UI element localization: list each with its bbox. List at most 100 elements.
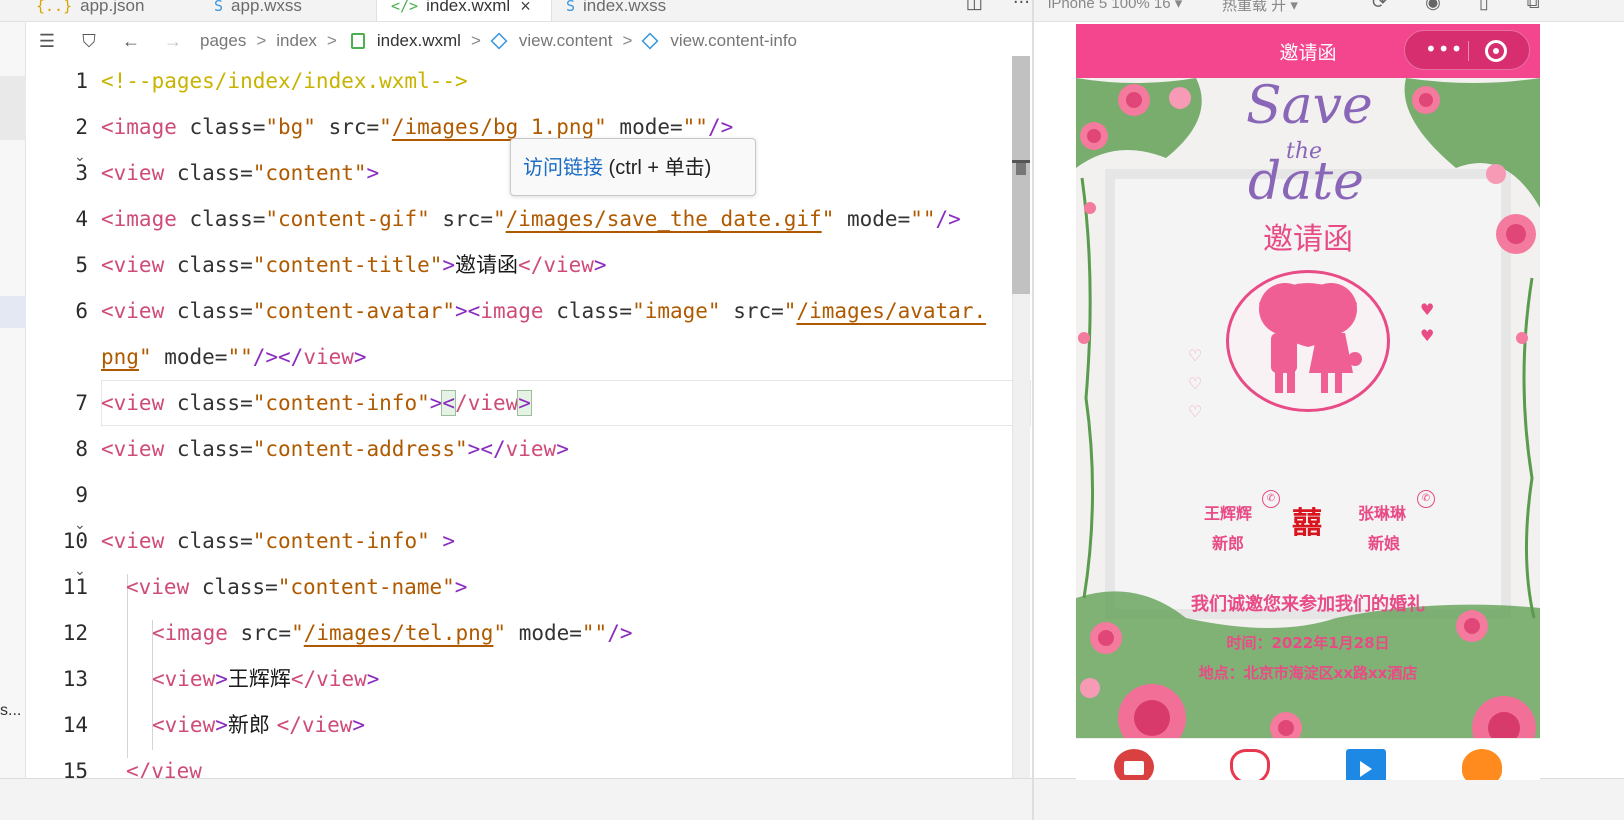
back-arrow-icon[interactable]: ← (110, 31, 152, 52)
close-icon[interactable]: × (520, 0, 531, 17)
code-token: " (291, 621, 304, 645)
code-line[interactable]: 11 ⌄ <view class="content-name"> (26, 563, 1034, 610)
line-number: 4 (75, 207, 88, 231)
code-token: </view (290, 667, 367, 691)
bride-phone-icon[interactable]: ✆ (1417, 490, 1435, 508)
tab-app-json[interactable]: {..} app.json (36, 0, 204, 21)
code-token: "content-info" (252, 391, 430, 415)
code-line[interactable]: 8 <view class="content-address"></view> (26, 426, 1034, 472)
code-line[interactable]: 12 <image src="/images/tel.png" mode=""/… (26, 610, 1034, 656)
code-token: "" (581, 621, 608, 645)
fold-chevron-icon[interactable]: ⌄ (74, 510, 86, 540)
tab-index-wxml[interactable]: </> index.wxml × (376, 0, 552, 21)
code-link[interactable]: /images/tel.png (304, 621, 494, 645)
heart-outline-icon: ♡ (1188, 402, 1203, 421)
phone-screen[interactable]: 邀请函 ••• Save the date 邀请函 ♥ ♥ ♡ ♡ ♡ 王辉辉 … (1076, 24, 1540, 780)
tab-video-clapper-icon[interactable] (1346, 749, 1386, 780)
code-line[interactable]: 5 <view class="content-title">邀请函</view> (26, 242, 1034, 288)
line-number: 7 (75, 391, 88, 415)
breadcrumb-separator: > (326, 31, 337, 50)
fold-chevron-icon[interactable]: ⌄ (74, 142, 86, 172)
code-token: > (442, 253, 456, 277)
menu-capsule[interactable]: ••• (1404, 30, 1530, 70)
code-token: " (493, 621, 507, 645)
split-editor-icon[interactable]: ◫ (966, 0, 983, 13)
explorer-row[interactable] (0, 76, 26, 108)
wedding-address: 地点：北京市海淀区xx路xx酒店 (1198, 664, 1418, 682)
code-token: "content-address" (252, 437, 468, 461)
code-text: <view class="content-title">邀请函</view> (101, 242, 607, 288)
heart-outline-icon: ♡ (1188, 346, 1203, 365)
json-file-icon: {..} (36, 0, 73, 15)
code-token: /> (935, 207, 961, 231)
explorer-row[interactable] (0, 108, 26, 140)
rotate-icon[interactable]: ⟳ (1372, 0, 1387, 13)
code-line[interactable]: 6 <view class="content-avatar"><image cl… (26, 288, 1034, 334)
code-line-wrapped[interactable]: png" mode=""/></view> (26, 334, 1034, 380)
code-token: > (454, 575, 468, 599)
code-line[interactable]: 1 <!--pages/index/index.wxml--> (26, 58, 1034, 104)
list-icon[interactable]: ☰ (26, 31, 68, 52)
groom-phone-icon[interactable]: ✆ (1262, 490, 1280, 508)
phone-icon[interactable]: ▯ (1479, 0, 1489, 13)
code-token: > (429, 391, 443, 415)
breadcrumb-index[interactable]: index (276, 31, 317, 51)
explorer-row-selected[interactable] (0, 296, 26, 328)
forward-arrow-icon[interactable]: → (152, 31, 194, 52)
code-token: <image (152, 621, 228, 645)
code-link[interactable]: /images/bg_1.png (392, 115, 594, 139)
tab-guestbook-hearts-icon[interactable] (1462, 749, 1502, 780)
tab-app-wxss[interactable]: S app.wxss (214, 0, 374, 21)
detach-window-icon[interactable]: ⧉ (1527, 0, 1540, 13)
record-icon[interactable]: ◉ (1425, 0, 1441, 13)
line-number: 5 (75, 253, 88, 277)
code-line[interactable]: 9 (26, 472, 1034, 518)
tooltip-follow-link[interactable]: 访问链接 (523, 157, 603, 179)
fold-chevron-icon[interactable]: ⌄ (74, 556, 86, 586)
close-mini-program-icon[interactable] (1485, 40, 1507, 62)
breadcrumb-view-content-info[interactable]: view.content-info (670, 31, 797, 51)
code-link[interactable]: /images/avatar. (796, 299, 986, 323)
line-number: 8 (75, 437, 88, 461)
code-text: <view>新郎 </view> (152, 702, 365, 748)
more-icon[interactable]: ··· (1013, 0, 1030, 13)
code-link[interactable]: /images/save_the_date.gif (506, 207, 822, 231)
code-line[interactable]: 13 <view>王辉辉</view> (26, 656, 1034, 702)
code-line-current[interactable]: 7 <view class="content-info"></view> (26, 380, 1034, 426)
code-line[interactable]: 10 ⌄ <view class="content-info" > (26, 517, 1034, 564)
code-token: mode= (606, 115, 683, 139)
code-token: <view (101, 437, 165, 461)
more-dots-icon[interactable]: ••• (1425, 37, 1463, 61)
code-token: /></ (252, 345, 304, 369)
code-token: src= (315, 115, 380, 139)
breadcrumb-pages[interactable]: pages (200, 31, 246, 51)
hot-reload-toggle[interactable]: 热重载 开 ▾ (1222, 0, 1298, 15)
code-token: src= (227, 621, 292, 645)
save-the-date-save: Save (1246, 76, 1373, 136)
code-text: <view class="content-info"></view> (101, 380, 532, 426)
bookmark-icon[interactable]: ⛉ (68, 31, 110, 52)
code-token: </view (276, 713, 353, 737)
tab-index-wxss[interactable]: S index.wxss (566, 0, 736, 21)
code-token: view (505, 437, 557, 461)
editor-scrollbar-thumb[interactable] (1012, 56, 1030, 294)
code-token: class= (164, 391, 253, 415)
code-token: "" (682, 115, 708, 139)
mini-program-tab-bar (1076, 738, 1540, 780)
breadcrumb-file[interactable]: index.wxml (377, 31, 461, 51)
tab-tools: ◫ ··· (966, 0, 1030, 13)
tab-invitation-icon[interactable] (1114, 749, 1154, 780)
device-selector[interactable]: iPhone 5 100% 16 ▾ (1048, 0, 1182, 12)
code-token: view (303, 345, 354, 369)
envelope-icon (1124, 761, 1144, 775)
code-token: >< (455, 299, 481, 323)
breadcrumb-view-content[interactable]: view.content (519, 31, 613, 51)
scrollbar-cursor-marker (1016, 163, 1026, 175)
code-line[interactable]: 14 <view>新郎 </view> (26, 702, 1034, 748)
save-the-date-date: date (1248, 152, 1364, 212)
code-line[interactable]: 4 <image class="content-gif" src="/image… (26, 196, 1034, 242)
explorer-collapsed-strip: s... (0, 22, 26, 820)
code-link[interactable]: png (101, 345, 139, 369)
tab-photos-heart-icon[interactable] (1230, 749, 1270, 780)
bracket-match: > (517, 390, 532, 416)
